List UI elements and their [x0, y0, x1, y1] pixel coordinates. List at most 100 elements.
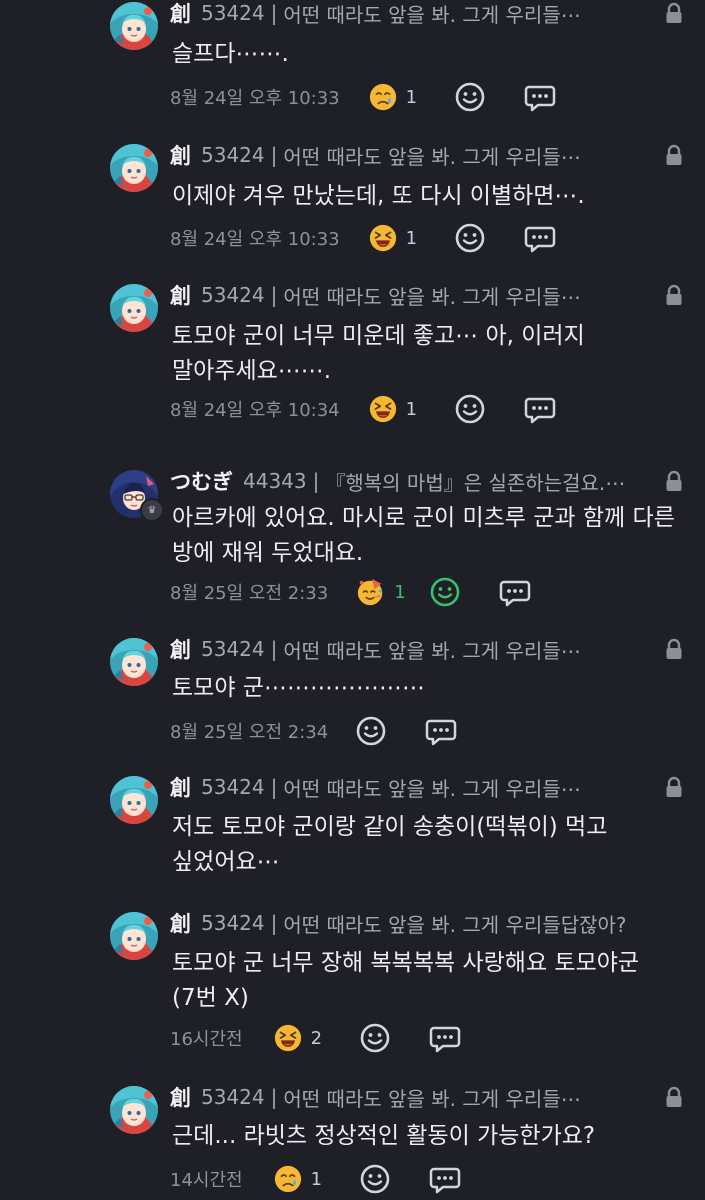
comment-header: 創 53424 | 어떤 때라도 앞을 봐. 그게 우리들⋯ [170, 634, 581, 664]
smile-outline-icon [358, 1021, 392, 1055]
reaction-chip[interactable]: 1 [368, 82, 417, 112]
comment-line: (7번 X) [172, 985, 249, 1011]
timestamp: 8월 24일 오후 10:34 [170, 400, 340, 421]
add-reaction-button[interactable] [354, 714, 388, 748]
reaction-chip[interactable]: 1 [273, 1164, 322, 1194]
avatar[interactable] [110, 2, 158, 50]
author-uid: 53424 [201, 283, 265, 307]
comment-line: 아르카에 있어요. 마시로 군이 미츠루 군과 함께 다른 [172, 505, 675, 531]
lock-icon [663, 470, 685, 492]
comment-text: 슬프다⋯⋯. [172, 37, 289, 72]
author-status: 『행복의 마법』은 실존하는걸요.⋯ [325, 470, 626, 495]
author-uid: 53424 [201, 775, 265, 799]
avatar[interactable] [110, 284, 158, 332]
add-reaction-button[interactable] [358, 1162, 392, 1196]
author-status: 어떤 때라도 앞을 봐. 그게 우리들답잖아? [283, 912, 627, 937]
smile-outline-icon [453, 221, 487, 255]
crown-icon: ♛ [140, 498, 164, 522]
comment-meta: 8월 25일 오전 2:34 [170, 714, 458, 748]
author-status: 어떤 때라도 앞을 봐. 그게 우리들⋯ [283, 776, 581, 801]
author-name[interactable]: 創 [170, 1082, 191, 1112]
comment-line: 토모야 군⋯⋯⋯⋯⋯⋯⋯ [172, 675, 425, 701]
squint-laugh-face-icon [368, 394, 398, 424]
comment-line: 방에 재워 두었대요. [172, 540, 364, 566]
comment-header: 創 53424 | 어떤 때라도 앞을 봐. 그게 우리들⋯ [170, 772, 581, 802]
separator: | [270, 143, 278, 167]
smile-outline-icon [354, 714, 388, 748]
author-uid: 53424 [201, 1, 265, 25]
avatar[interactable] [110, 638, 158, 686]
avatar[interactable] [110, 1086, 158, 1134]
lock-icon [663, 284, 685, 306]
smile-outline-icon [358, 1162, 392, 1196]
reply-button[interactable] [428, 1021, 462, 1055]
reply-button[interactable] [428, 1162, 462, 1196]
reply-button[interactable] [498, 575, 532, 609]
reaction-chip[interactable]: 1 [368, 223, 417, 253]
comment-line: 토모야 군 너무 장해 복복복복 사랑해요 토모야군 [172, 950, 640, 976]
separator: | [270, 775, 278, 799]
author-name[interactable]: 創 [170, 280, 191, 310]
chat-bubble-icon [523, 80, 557, 114]
separator: | [270, 637, 278, 661]
comment-header: 創 53424 | 어떤 때라도 앞을 봐. 그게 우리들⋯ [170, 280, 581, 310]
comment-line: 근데... 라빗츠 정상적인 활동이 가능한가요? [172, 1123, 596, 1149]
timestamp: 8월 25일 오전 2:33 [170, 583, 329, 604]
chat-bubble-icon [523, 392, 557, 426]
add-reaction-button[interactable] [453, 392, 487, 426]
separator: | [270, 1, 278, 25]
comment-line: 이제야 겨우 만났는데, 또 다시 이별하면⋯. [172, 183, 585, 209]
comment-meta: 14시간전 1 [170, 1162, 462, 1196]
author-uid: 53424 [201, 1085, 265, 1109]
lock-icon [663, 1086, 685, 1108]
author-name[interactable]: つむぎ [170, 466, 233, 496]
comment-meta: 8월 24일 오후 10:33 1 [170, 221, 557, 255]
add-reaction-button[interactable] [453, 80, 487, 114]
author-name[interactable]: 創 [170, 634, 191, 664]
reaction-count: 1 [405, 86, 418, 108]
comment-line: 저도 토모야 군이랑 같이 송충이(떡볶이) 먹고 [172, 814, 608, 840]
add-reaction-button-active[interactable] [428, 575, 462, 609]
lock-icon [663, 776, 685, 798]
smile-outline-icon [453, 392, 487, 426]
author-status: 어떤 때라도 앞을 봐. 그게 우리들⋯ [283, 1086, 581, 1111]
comment-text: 저도 토모야 군이랑 같이 송충이(떡볶이) 먹고 싶었어요⋯ [172, 810, 607, 880]
lock-icon [663, 144, 685, 166]
reply-button[interactable] [523, 80, 557, 114]
author-name[interactable]: 創 [170, 140, 191, 170]
reaction-count: 1 [405, 398, 418, 420]
comment-line: 말아주세요⋯⋯. [172, 358, 332, 384]
comment-text: 근데... 라빗츠 정상적인 활동이 가능한가요? [172, 1119, 595, 1154]
reaction-chip[interactable]: 1 [368, 394, 417, 424]
reaction-chip[interactable]: 2 [273, 1023, 322, 1053]
comment-header: 創 53424 | 어떤 때라도 앞을 봐. 그게 우리들답잖아? [170, 908, 627, 938]
sad-face-icon [368, 82, 398, 112]
author-name[interactable]: 創 [170, 772, 191, 802]
avatar[interactable]: ♛ [110, 470, 164, 522]
comment-header: つむぎ 44343 | 『행복의 마법』은 실존하는걸요.⋯ [170, 466, 626, 496]
add-reaction-button[interactable] [358, 1021, 392, 1055]
author-uid: 53424 [201, 911, 265, 935]
reply-button[interactable] [523, 392, 557, 426]
reply-button[interactable] [424, 714, 458, 748]
comment-header: 創 53424 | 어떤 때라도 앞을 봐. 그게 우리들⋯ [170, 1082, 581, 1112]
timestamp: 14시간전 [170, 1170, 243, 1191]
author-name[interactable]: 創 [170, 908, 191, 938]
reaction-count: 2 [310, 1027, 323, 1049]
smile-outline-icon [428, 575, 462, 609]
comment-text: 이제야 겨우 만났는데, 또 다시 이별하면⋯. [172, 179, 585, 214]
avatar[interactable] [110, 912, 158, 960]
avatar[interactable] [110, 144, 158, 192]
avatar[interactable] [110, 776, 158, 824]
author-name[interactable]: 創 [170, 0, 191, 28]
reaction-count: 1 [394, 581, 406, 603]
author-status: 어떤 때라도 앞을 봐. 그게 우리들⋯ [283, 284, 581, 309]
squint-laugh-face-icon [368, 223, 398, 253]
lock-icon [663, 638, 685, 660]
reaction-chip[interactable]: 1 [356, 577, 406, 607]
comment-text: 토모야 군 너무 장해 복복복복 사랑해요 토모야군 (7번 X) [172, 946, 639, 1016]
chat-bubble-icon [523, 221, 557, 255]
add-reaction-button[interactable] [453, 221, 487, 255]
comment-line: 슬프다⋯⋯. [172, 41, 289, 67]
reply-button[interactable] [523, 221, 557, 255]
